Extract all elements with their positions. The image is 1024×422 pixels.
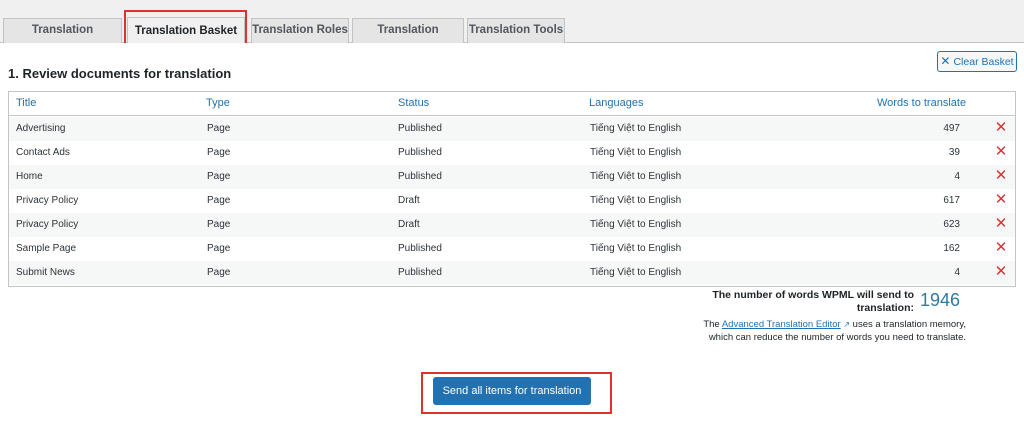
clear-basket-button[interactable]: ✕ Clear Basket (937, 51, 1017, 72)
row-languages: Tiếng Việt to English (590, 147, 682, 158)
row-title: Privacy Policy (16, 195, 79, 206)
tab-translation-roles[interactable]: Translation Roles (251, 18, 349, 43)
note-prefix: The (703, 319, 720, 330)
table-row: Contact Ads Page Published Tiếng Việt to En… (9, 141, 1015, 165)
table-row: Sample Page Page Published Tiếng Việt to En… (9, 237, 1015, 261)
row-status: Published (398, 171, 442, 182)
row-status: Published (398, 267, 442, 278)
row-languages: Tiếng Việt to English (590, 267, 682, 278)
column-header-type[interactable]: Type (206, 97, 230, 109)
row-word-count: 39 (948, 147, 960, 158)
row-word-count: 497 (943, 123, 960, 134)
table-row: Home Page Published Tiếng Việt to English 4 ✕ (9, 165, 1015, 189)
row-type: Page (207, 267, 231, 278)
close-icon: ✕ (940, 54, 951, 68)
row-status: Published (398, 123, 442, 134)
table-row: Advertising Page Published Tiếng Việt to En… (9, 117, 1015, 141)
column-header-status[interactable]: Status (398, 97, 429, 109)
word-count-value: 1946 (920, 290, 961, 310)
tab-label: Translation Tools (468, 24, 564, 36)
row-type: Page (207, 147, 231, 158)
table-row: Privacy Policy Page Draft Tiếng Việt to Eng… (9, 189, 1015, 213)
row-status: Published (398, 243, 442, 254)
remove-item-icon[interactable]: ✕ (993, 144, 1009, 160)
remove-item-icon[interactable]: ✕ (993, 216, 1009, 232)
tab-translation-services[interactable]: Translation Services (352, 18, 464, 59)
word-count-label: The number of words WPML will send to tr… (712, 289, 914, 314)
row-languages: Tiếng Việt to English (590, 171, 682, 182)
row-title: Contact Ads (16, 147, 70, 158)
row-title: Home (16, 171, 43, 182)
external-link-icon: ↗ (843, 320, 851, 329)
row-type: Page (207, 123, 231, 134)
row-languages: Tiếng Việt to English (590, 195, 682, 206)
tab-translation-tools[interactable]: Translation Tools (467, 18, 565, 43)
remove-item-icon[interactable]: ✕ (993, 192, 1009, 208)
advanced-translation-editor-link[interactable]: Advanced Translation Editor (722, 319, 841, 330)
column-header-languages[interactable]: Languages (589, 97, 643, 109)
send-button-highlight-box (421, 372, 612, 414)
section-title: 1. Review documents for translation (8, 66, 232, 81)
row-title: Submit News (16, 267, 75, 278)
row-type: Page (207, 219, 231, 230)
remove-item-icon[interactable]: ✕ (993, 264, 1009, 280)
column-header-title[interactable]: Title (16, 97, 36, 109)
row-languages: Tiếng Việt to English (590, 243, 682, 254)
translation-memory-note: The Advanced Translation Editor ↗ uses a… (690, 318, 966, 344)
row-word-count: 4 (954, 267, 960, 278)
remove-item-icon[interactable]: ✕ (993, 240, 1009, 256)
row-word-count: 617 (943, 195, 960, 206)
row-word-count: 4 (954, 171, 960, 182)
tab-label: Translation Roles (252, 24, 348, 36)
basket-table: Title Type Status Languages Words to tra… (8, 91, 1016, 287)
row-title: Advertising (16, 123, 66, 134)
column-header-words[interactable]: Words to translate (877, 97, 966, 109)
remove-item-icon[interactable]: ✕ (993, 168, 1009, 184)
remove-item-icon[interactable]: ✕ (993, 120, 1009, 136)
row-word-count: 623 (943, 219, 960, 230)
row-status: Draft (398, 195, 420, 206)
row-word-count: 162 (943, 243, 960, 254)
table-row: Submit News Page Published Tiếng Việt to En… (9, 261, 1015, 285)
row-title: Privacy Policy (16, 219, 79, 230)
row-type: Page (207, 195, 231, 206)
row-type: Page (207, 171, 231, 182)
row-status: Published (398, 147, 442, 158)
clear-basket-label: Clear Basket (953, 56, 1014, 68)
table-header: Title Type Status Languages Words to tra… (9, 92, 1015, 116)
row-status: Draft (398, 219, 420, 230)
row-languages: Tiếng Việt to English (590, 123, 682, 134)
tab-translation-dashboard[interactable]: Translation Dashboard (3, 18, 122, 59)
row-title: Sample Page (16, 243, 77, 254)
row-type: Page (207, 243, 231, 254)
row-languages: Tiếng Việt to English (590, 219, 682, 230)
table-row: Privacy Policy Page Draft Tiếng Việt to Eng… (9, 213, 1015, 237)
